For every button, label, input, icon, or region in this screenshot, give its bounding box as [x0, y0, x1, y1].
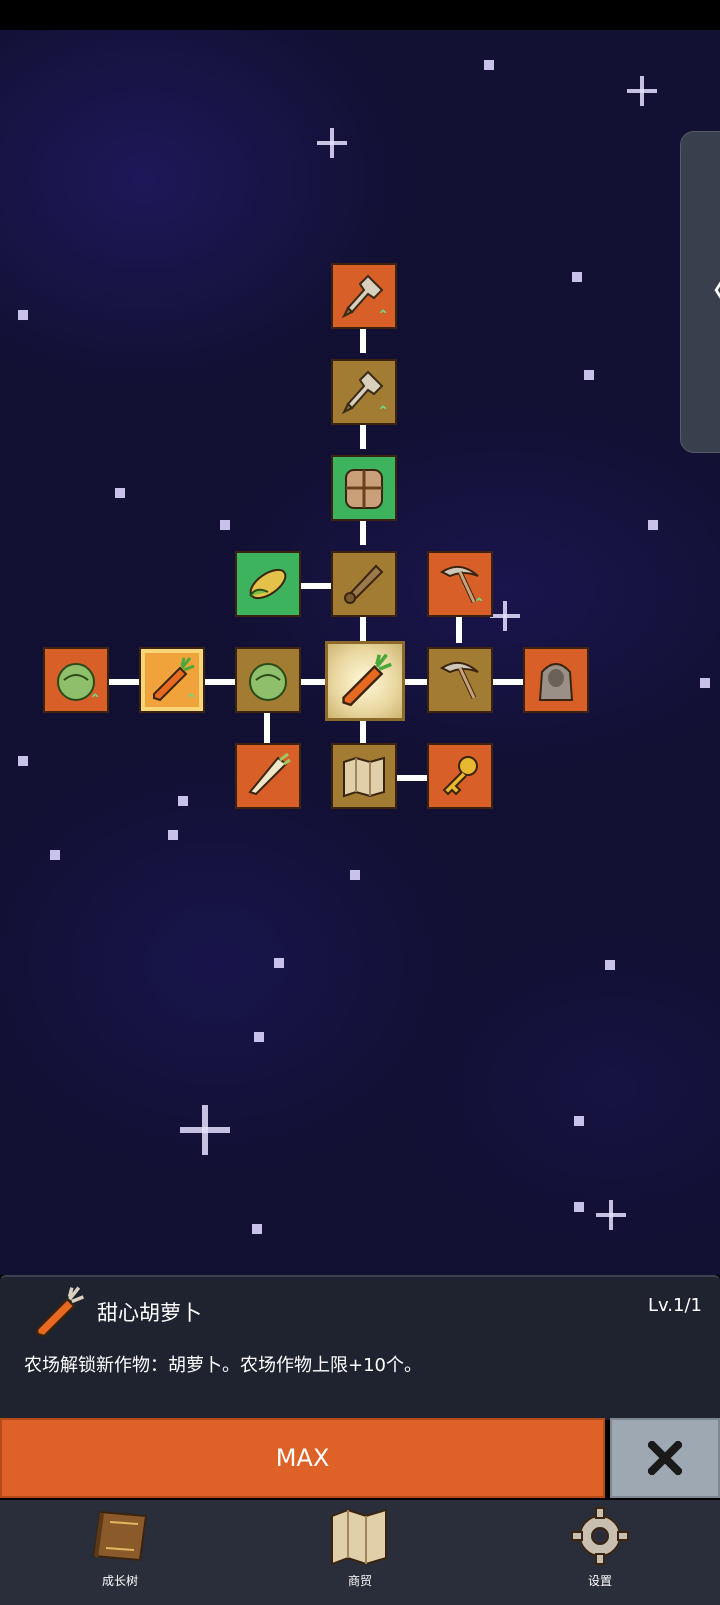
skill-node-cabbage-upgrade[interactable]: ⌃	[43, 647, 109, 713]
max-button[interactable]: MAX	[0, 1418, 605, 1498]
skill-tree: ⌃ ⌃ ⌃ ⌃ ⌃	[0, 0, 720, 1245]
nav-trade[interactable]: 商贸	[300, 1504, 420, 1599]
pestle-icon	[344, 564, 384, 604]
leek-icon	[248, 752, 291, 796]
upgrade-chevron-icon: ⌃	[377, 308, 389, 324]
tree-link	[360, 613, 366, 641]
upgrade-chevron-icon: ⌃	[473, 596, 485, 612]
tree-link	[205, 679, 235, 685]
hooded-figure-icon	[538, 663, 574, 701]
gear-icon	[571, 1507, 629, 1565]
skill-node-hooded-statue[interactable]	[523, 647, 589, 713]
skill-node-leek[interactable]	[235, 743, 301, 809]
skill-info-panel: 甜心胡萝卜 Lv.1/1 农场解锁新作物：胡萝卜。农场作物上限+10个。	[0, 1275, 720, 1420]
skill-node-pickaxe[interactable]	[427, 647, 493, 713]
tree-link	[493, 679, 523, 685]
skill-node-shovel-upgrade-2[interactable]: ⌃	[331, 263, 397, 329]
tree-link	[109, 679, 139, 685]
close-icon	[648, 1441, 682, 1475]
nav-label: 成长树	[101, 1574, 138, 1588]
upgrade-chevron-icon: ⌃	[185, 692, 197, 708]
skill-node-backpack[interactable]	[331, 455, 397, 521]
map-icon	[343, 756, 385, 798]
skill-node-sweet-carrot[interactable]	[325, 641, 405, 721]
skill-level: Lv.1/1	[648, 1295, 702, 1316]
tree-link	[360, 421, 366, 449]
nav-settings[interactable]: 设置	[540, 1504, 660, 1599]
carrot-icon	[342, 653, 392, 707]
map-icon	[331, 1508, 387, 1566]
backpack-icon	[345, 469, 383, 509]
carrot-icon	[36, 1286, 85, 1338]
upgrade-chevron-icon: ⌃	[377, 404, 389, 420]
tree-link	[301, 679, 325, 685]
tree-link	[456, 613, 462, 643]
skill-title: 甜心胡萝卜	[97, 1301, 202, 1325]
bottom-nav: 成长树 商贸 设置	[0, 1500, 720, 1605]
nav-label: 商贸	[347, 1574, 372, 1588]
skill-node-pickaxe-upgrade[interactable]: ⌃	[427, 551, 493, 617]
tree-link	[264, 709, 270, 743]
tree-link	[301, 583, 331, 589]
close-button[interactable]	[610, 1418, 720, 1498]
tree-link	[360, 325, 366, 353]
corn-icon	[249, 568, 287, 600]
skill-node-key[interactable]	[427, 743, 493, 809]
tree-link	[397, 775, 427, 781]
skill-node-cabbage[interactable]	[235, 647, 301, 713]
skill-description: 农场解锁新作物：胡萝卜。农场作物上限+10个。	[24, 1355, 422, 1376]
book-icon	[92, 1510, 148, 1562]
skill-node-shovel-upgrade-1[interactable]: ⌃	[331, 359, 397, 425]
skill-node-corn[interactable]	[235, 551, 301, 617]
nav-growth-tree[interactable]: 成长树	[60, 1504, 180, 1599]
upgrade-chevron-icon: ⌃	[89, 692, 101, 708]
tree-link	[405, 679, 427, 685]
tree-link	[360, 517, 366, 545]
pickaxe-icon	[440, 661, 479, 700]
key-icon	[442, 756, 478, 796]
nav-label: 设置	[587, 1574, 612, 1588]
skill-node-pestle[interactable]	[331, 551, 397, 617]
skill-node-carrot-upgrade[interactable]: ⌃	[139, 647, 205, 713]
skill-node-map[interactable]	[331, 743, 397, 809]
cabbage-icon	[249, 663, 287, 701]
